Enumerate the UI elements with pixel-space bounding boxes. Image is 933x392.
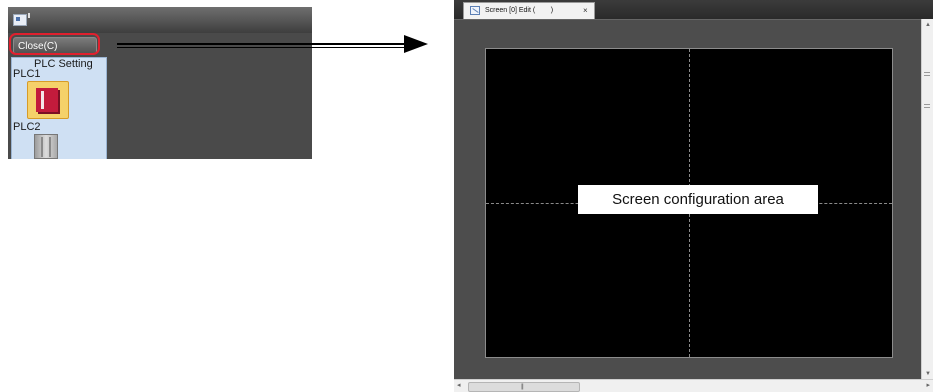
scroll-marker [924, 72, 930, 76]
title-bar [8, 7, 312, 33]
scroll-left-icon[interactable]: ◂ [457, 381, 461, 389]
plc1-icon[interactable] [27, 81, 69, 119]
plc2-label: PLC2 [13, 121, 41, 133]
scroll-up-icon[interactable]: ▲ [925, 22, 931, 28]
screen-configuration-area[interactable]: Screen configuration area [485, 48, 893, 358]
close-button-highlight [9, 33, 100, 55]
tab-title: Screen [0] Edit ( ) [485, 7, 554, 14]
tab-close-icon[interactable]: × [583, 3, 588, 19]
scroll-down-icon[interactable]: ▼ [925, 371, 931, 377]
tab-strip: Screen [0] Edit ( ) × [454, 0, 933, 19]
vertical-scrollbar[interactable]: ▲ ▼ [921, 19, 933, 379]
screen-edit-icon [470, 6, 480, 15]
screen-editor-window: Screen [0] Edit ( ) × Screen configurati… [454, 0, 933, 392]
arrow-line [117, 43, 405, 45]
horizontal-scroll-thumb[interactable]: ||| [468, 382, 580, 392]
plc1-label: PLC1 [13, 68, 41, 80]
scroll-right-icon[interactable]: ▸ [926, 381, 930, 389]
screen-configuration-label: Screen configuration area [578, 185, 818, 214]
tab-screen-edit[interactable]: Screen [0] Edit ( ) × [463, 2, 595, 19]
arrow-head-icon [404, 35, 428, 53]
left-app-window: Close(C) PLC Setting PLC1 PLC2 [8, 7, 312, 159]
horizontal-scrollbar[interactable]: ◂ ||| ▸ [454, 379, 933, 392]
scroll-marker [924, 104, 930, 108]
app-icon [13, 13, 30, 26]
arrow-line-shadow [117, 47, 405, 48]
plc2-icon[interactable] [34, 134, 58, 159]
edit-canvas-area: Screen configuration area [454, 19, 921, 380]
plc-setting-label: PLC Setting [34, 58, 93, 70]
